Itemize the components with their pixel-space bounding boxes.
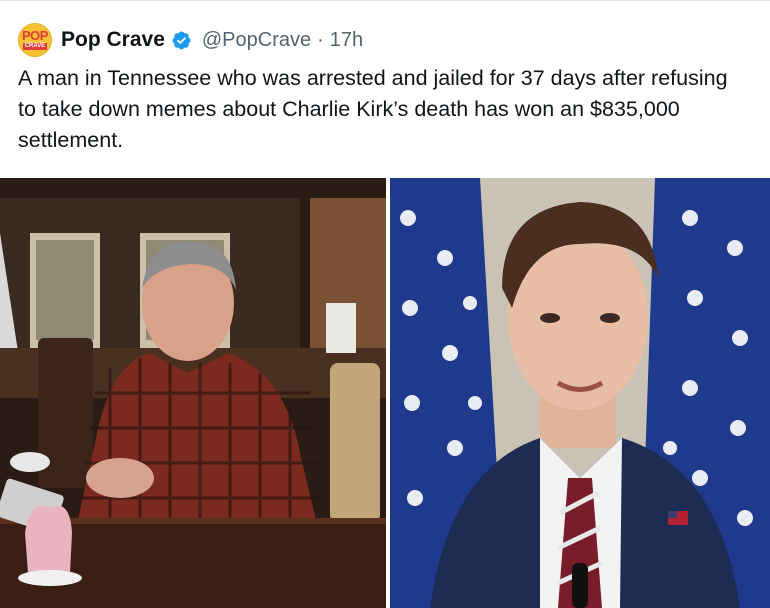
- tweet-media[interactable]: [0, 178, 770, 608]
- timestamp[interactable]: 17h: [330, 29, 363, 52]
- tweet-header: POP CRAVE Pop Crave @PopCrave · 17h: [18, 20, 363, 60]
- author-name[interactable]: Pop Crave: [61, 28, 165, 52]
- avatar[interactable]: POP CRAVE: [18, 23, 52, 57]
- photo-left-illustration: [0, 178, 386, 608]
- photo-man-at-podium[interactable]: [390, 178, 770, 608]
- photo-man-at-table[interactable]: [0, 178, 386, 608]
- separator-dot: ·: [317, 28, 324, 51]
- avatar-logo-top: POP: [22, 28, 48, 43]
- author-handle[interactable]: @PopCrave: [202, 29, 311, 52]
- verified-badge-icon: [172, 31, 191, 49]
- card-border: [0, 0, 770, 1]
- photo-right-illustration: [390, 178, 770, 608]
- tweet-text: A man in Tennessee who was arrested and …: [18, 66, 728, 152]
- tweet-card[interactable]: POP CRAVE Pop Crave @PopCrave · 17h A ma…: [0, 0, 770, 608]
- avatar-logo-bottom: CRAVE: [22, 43, 48, 50]
